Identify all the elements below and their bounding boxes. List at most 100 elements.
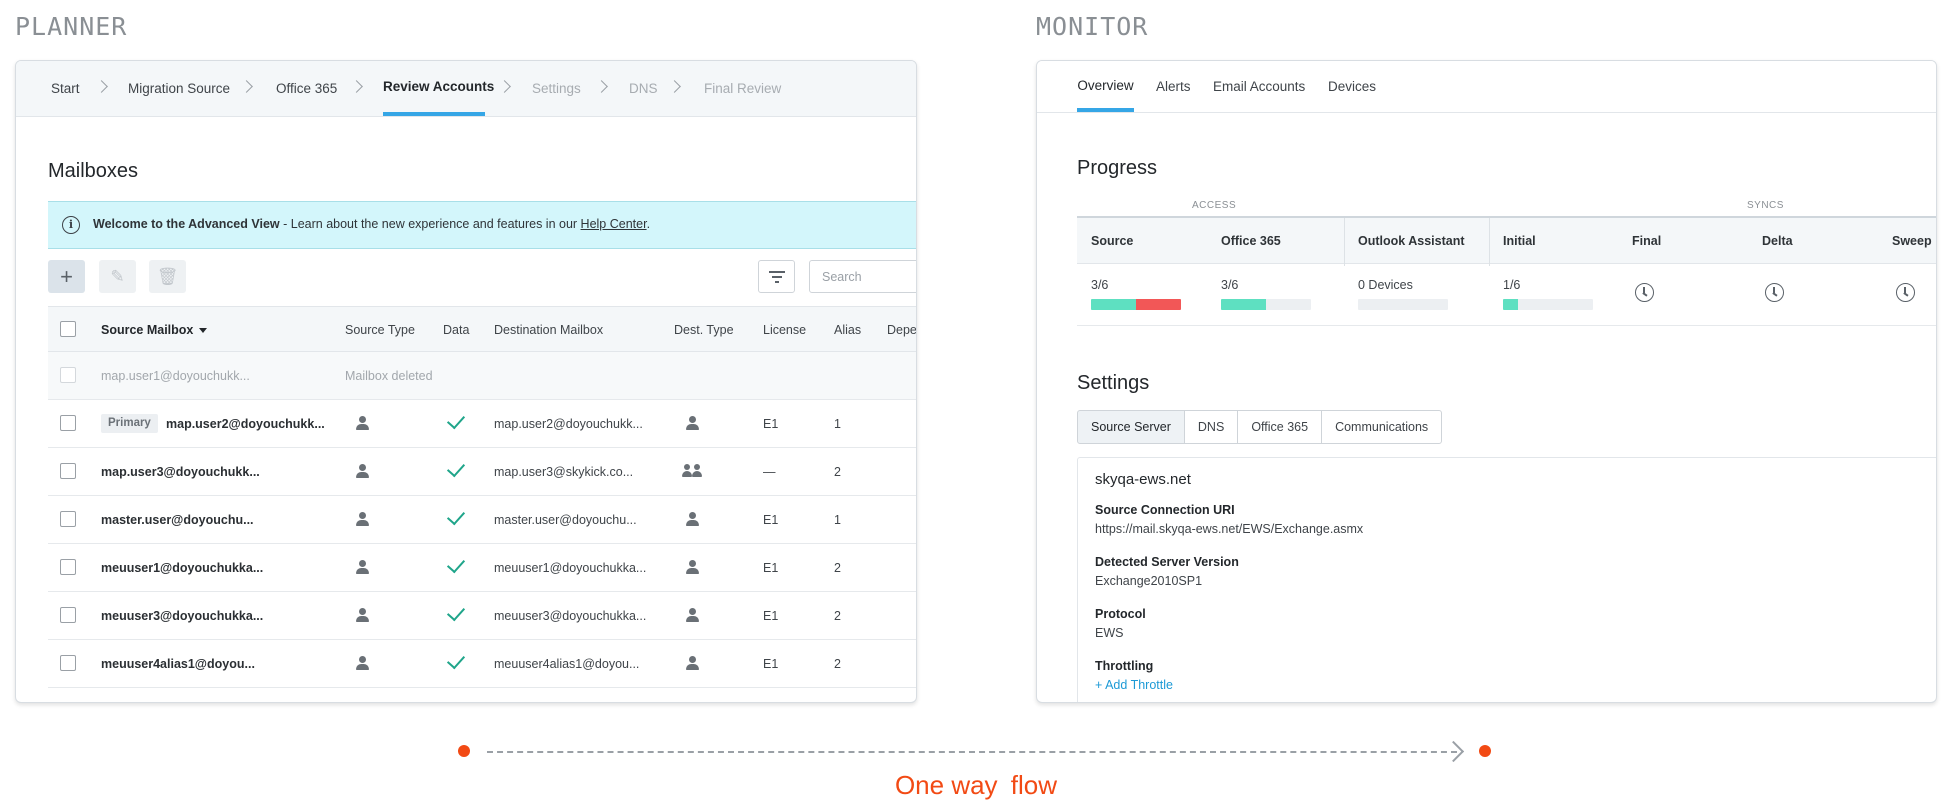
table-row[interactable]: meuuser1@doyouchukka... meuuser1@doyouch…: [48, 544, 916, 592]
flow-start-dot: [458, 745, 470, 757]
user-icon: [355, 656, 371, 672]
tab-email-accounts[interactable]: Email Accounts: [1213, 61, 1305, 113]
filter-button[interactable]: [758, 260, 795, 293]
user-icon: [685, 416, 701, 432]
column-header-dest-type[interactable]: Dest. Type: [674, 307, 734, 353]
field-label: Detected Server Version: [1095, 555, 1239, 569]
check-icon: [446, 650, 466, 670]
row-checkbox[interactable]: [60, 559, 76, 575]
column-header-data[interactable]: Data: [443, 307, 469, 353]
tab-communications[interactable]: Communications: [1321, 410, 1443, 444]
step-dns[interactable]: DNS: [629, 61, 658, 117]
detected-server-version: Exchange2010SP1: [1095, 574, 1203, 588]
alias: 1: [834, 513, 841, 527]
protocol-value: EWS: [1095, 626, 1124, 640]
destination-mailbox: map.user2@doyouchukk...: [494, 417, 643, 431]
filter-icon-line: [772, 276, 782, 278]
access-group-label: ACCESS: [1192, 200, 1237, 211]
table-header: Source Mailbox Source Type Data Destinat…: [48, 306, 916, 353]
search-input[interactable]: [809, 260, 916, 293]
field-label: Source Connection URI: [1095, 503, 1235, 517]
source-mailbox: map.user1@doyouchukk...: [101, 369, 250, 383]
add-button[interactable]: +: [48, 260, 85, 293]
source-progress-text: 3/6: [1091, 278, 1109, 292]
license: E1: [763, 561, 779, 575]
tab-source-server[interactable]: Source Server: [1077, 410, 1185, 444]
table-row[interactable]: map.user1@doyouchukk... Mailbox deleted: [48, 352, 916, 400]
source-progress-error: [1136, 299, 1181, 310]
table-row[interactable]: master.user@doyouchu... master.user@doyo…: [48, 496, 916, 544]
row-checkbox[interactable]: [60, 367, 76, 383]
user-icon: [355, 416, 371, 432]
progress-row: 3/6 3/6 0 Devices 1/6: [1077, 264, 1936, 326]
flow-label-b: flow: [1010, 770, 1058, 800]
initial-sync-text: 1/6: [1503, 278, 1521, 292]
tab-devices[interactable]: Devices: [1328, 61, 1376, 113]
column-header-source-type[interactable]: Source Type: [345, 307, 415, 353]
user-icon: [355, 608, 371, 624]
row-checkbox[interactable]: [60, 607, 76, 623]
destination-mailbox: meuuser1@doyouchukka...: [494, 561, 647, 575]
row-checkbox[interactable]: [60, 415, 76, 431]
help-center-link[interactable]: Help Center: [581, 217, 647, 231]
source-mailbox: meuuser4alias1@doyou...: [101, 657, 255, 671]
tab-dns[interactable]: DNS: [1183, 410, 1239, 444]
check-icon: [446, 410, 466, 430]
alias: 2: [834, 465, 841, 479]
chevron-right-icon: [498, 80, 511, 93]
table-row[interactable]: map.user3@doyouchukk... map.user3@skykic…: [48, 448, 916, 496]
row-checkbox[interactable]: [60, 511, 76, 527]
step-review-accounts[interactable]: Review Accounts: [383, 61, 494, 116]
destination-mailbox: master.user@doyouchu...: [494, 513, 637, 527]
row-checkbox[interactable]: [60, 655, 76, 671]
table-row[interactable]: meuuser4alias1@doyou... meuuser4alias1@d…: [48, 640, 916, 688]
outlook-assistant-text: 0 Devices: [1358, 278, 1413, 292]
step-migration-source[interactable]: Migration Source: [128, 61, 230, 117]
source-connection-uri: https://mail.skyqa-ews.net/EWS/Exchange.…: [1095, 522, 1364, 536]
table-row[interactable]: Primary map.user2@doyouchukk... map.user…: [48, 400, 916, 448]
filter-icon-line: [775, 281, 779, 283]
delete-button[interactable]: 🗑: [149, 260, 186, 293]
info-icon: i: [62, 216, 80, 234]
select-all-checkbox[interactable]: [60, 321, 76, 337]
wizard-stepper: Start Migration Source Office 365 Review…: [16, 61, 916, 117]
column-header-source-mailbox[interactable]: Source Mailbox: [101, 307, 208, 353]
column-header-license[interactable]: License: [763, 307, 806, 353]
flow-dashed-line: [487, 751, 1457, 753]
add-throttle-link[interactable]: + Add Throttle: [1095, 678, 1173, 692]
flow-label-a: One way: [894, 770, 998, 800]
planner-panel: Start Migration Source Office 365 Review…: [15, 60, 917, 703]
column-header-final: Final: [1632, 234, 1662, 248]
column-header-sweep: Sweep: [1892, 234, 1932, 248]
step-office-365[interactable]: Office 365: [276, 61, 337, 117]
banner-body-text: - Learn about the new experience and fea…: [279, 217, 581, 231]
chevron-right-icon: [350, 80, 363, 93]
table-row[interactable]: meuuser3@doyouchukka... meuuser3@doyouch…: [48, 592, 916, 640]
step-start[interactable]: Start: [51, 61, 80, 117]
initial-sync-progress-bar: [1503, 299, 1593, 310]
row-checkbox[interactable]: [60, 463, 76, 479]
source-progress-bar: [1091, 299, 1181, 310]
progress-table: Source Office 365 Outlook Assistant Init…: [1077, 216, 1936, 326]
source-mailbox: map.user3@doyouchukk...: [101, 465, 260, 479]
step-final-review[interactable]: Final Review: [704, 61, 781, 117]
clock-icon: [1635, 283, 1654, 302]
user-icon: [685, 656, 701, 672]
column-header-alias[interactable]: Alias: [834, 307, 861, 353]
tab-overview[interactable]: Overview: [1077, 61, 1134, 112]
check-icon: [446, 506, 466, 526]
column-header-label: Source Mailbox: [101, 323, 194, 337]
column-header-destination-mailbox[interactable]: Destination Mailbox: [494, 307, 603, 353]
row-status: Mailbox deleted: [345, 369, 433, 383]
license: —: [763, 465, 776, 479]
mailboxes-title: Mailboxes: [48, 160, 139, 182]
advanced-view-banner: i Welcome to the Advanced View - Learn a…: [48, 201, 916, 249]
step-settings[interactable]: Settings: [532, 61, 581, 117]
tab-alerts[interactable]: Alerts: [1156, 61, 1191, 113]
edit-button[interactable]: ✎: [99, 260, 136, 293]
group-icon-body: [692, 471, 702, 477]
column-header-dependencies[interactable]: Depe: [887, 307, 916, 353]
tab-office-365[interactable]: Office 365: [1237, 410, 1323, 444]
column-header-initial: Initial: [1503, 234, 1536, 248]
pencil-icon: ✎: [110, 267, 125, 286]
